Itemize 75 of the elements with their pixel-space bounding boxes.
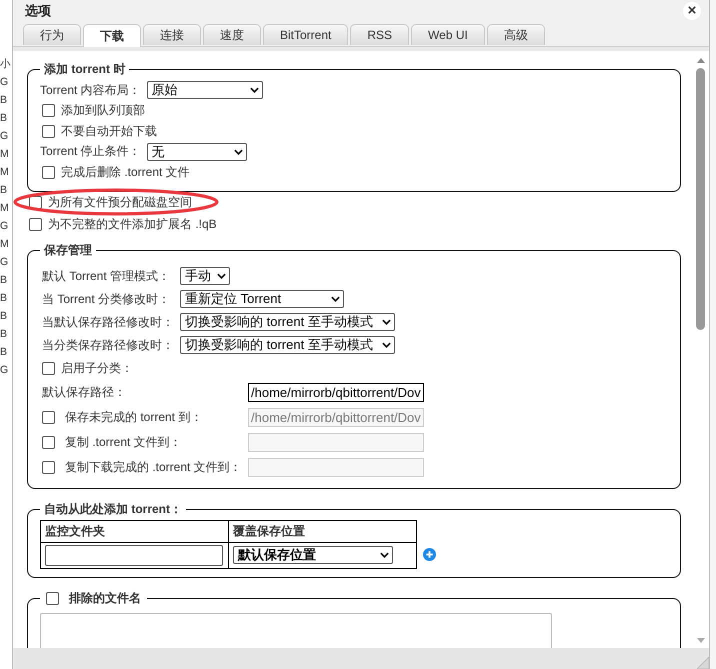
checkbox[interactable] (42, 104, 55, 118)
background-table-cell-text: B (0, 273, 8, 288)
dropdown[interactable]: 切换受影响的 torrent 至手动模式 (180, 313, 395, 331)
background-table-cell-text: M (0, 201, 9, 216)
checkbox-label: 完成后删除 .torrent 文件 (61, 164, 190, 181)
caret-icon (331, 296, 340, 302)
dropdown[interactable]: 手动 (180, 267, 230, 285)
caret-icon (217, 273, 226, 279)
caret-icon (382, 342, 391, 348)
group-legend: 添加 torrent 时 (40, 61, 130, 78)
group-legend: 排除的文件名 (69, 590, 141, 606)
background-table-cell-text: B (0, 183, 8, 198)
tab[interactable]: Web UI (411, 24, 485, 45)
scroll-up-icon[interactable] (696, 57, 706, 63)
field-label: Torrent 内容布局： (40, 82, 141, 99)
caret-icon (250, 87, 259, 94)
field-label: 默认保存路径： (42, 384, 126, 400)
dropdown[interactable]: 切换受影响的 torrent 至手动模式 (180, 336, 395, 354)
checkbox-label: 为所有文件预分配磁盘空间 (48, 194, 192, 211)
window-title: 选项 (25, 2, 51, 20)
background-table-cell-text: B (0, 291, 8, 306)
caret-icon (234, 148, 243, 155)
checkbox[interactable] (42, 362, 55, 374)
path-field[interactable]: /home/mirrorb/qbittorrent/Dov (248, 382, 424, 402)
checkbox[interactable] (42, 124, 55, 138)
checkbox-label: 不要自动开始下载 (61, 122, 157, 140)
tab[interactable]: 高级 (486, 24, 545, 45)
group-legend: 自动从此处添加 torrent： (40, 500, 186, 518)
background-table-cell-text: G (0, 255, 8, 270)
background-table-cell-text: G (0, 75, 8, 90)
background-table-cell-text: G (0, 219, 8, 234)
folder-input[interactable] (45, 544, 223, 566)
field-label: 默认 Torrent 管理模式： (42, 268, 172, 284)
background-table-cell-text: B (0, 93, 8, 108)
background-table-cell-text: 小 (0, 57, 11, 72)
checkbox-label: 为不完整的文件添加扩展名 .!qB (48, 216, 217, 233)
background-table-cell-text: B (0, 345, 8, 360)
background-table-cell-text: M (0, 165, 9, 180)
field-label: Torrent 停止条件： (40, 143, 141, 160)
field-label: 保存未完成的 torrent 到： (65, 408, 202, 426)
tab[interactable]: 速度 (203, 24, 261, 45)
close-button[interactable]: × (683, 2, 701, 20)
tab[interactable]: RSS (350, 24, 410, 45)
checkbox-label: 启用子分类： (61, 360, 133, 376)
background-table-cell-text: B (0, 309, 8, 324)
background-table-cell-text: G (0, 363, 8, 378)
background-table-cell-text: B (0, 111, 8, 126)
dropdown[interactable]: 原始 (146, 81, 263, 100)
field-label: 复制下载完成的 .torrent 文件到： (65, 458, 242, 476)
dropdown[interactable]: 重新定位 Torrent (180, 290, 344, 308)
checkbox[interactable] (29, 218, 42, 231)
tab[interactable]: 下载 (83, 24, 141, 47)
column-header: 监控文件夹 (40, 520, 228, 542)
background-table-cell-text: M (0, 147, 9, 162)
tab[interactable]: BitTorrent (263, 24, 348, 45)
tab[interactable]: 行为 (23, 24, 81, 45)
field-label: 复制 .torrent 文件到： (65, 434, 182, 450)
field-label: 当 Torrent 分类修改时： (42, 290, 172, 308)
column-header: 覆盖保存位置 (228, 520, 416, 542)
checkbox[interactable] (42, 166, 55, 179)
caret-icon (382, 319, 391, 325)
dropdown[interactable]: 默认保存位置 (233, 546, 393, 564)
tab[interactable]: 连接 (143, 24, 201, 45)
field-label: 当默认保存路径修改时： (42, 314, 174, 330)
checkbox-label: 添加到队列顶部 (61, 102, 145, 120)
background-table-cell-text: B (0, 327, 8, 342)
background-table-cell-text: M (0, 237, 9, 252)
add-icon[interactable] (423, 548, 436, 560)
dropdown[interactable]: 无 (146, 142, 247, 161)
checkbox[interactable] (46, 592, 59, 604)
caret-icon (380, 552, 389, 558)
group-legend: 保存管理 (40, 242, 96, 258)
field-label: 当分类保存路径修改时： (42, 336, 174, 354)
resize-grip-icon[interactable] (697, 657, 709, 669)
background-table-cell-text: G (0, 129, 8, 144)
